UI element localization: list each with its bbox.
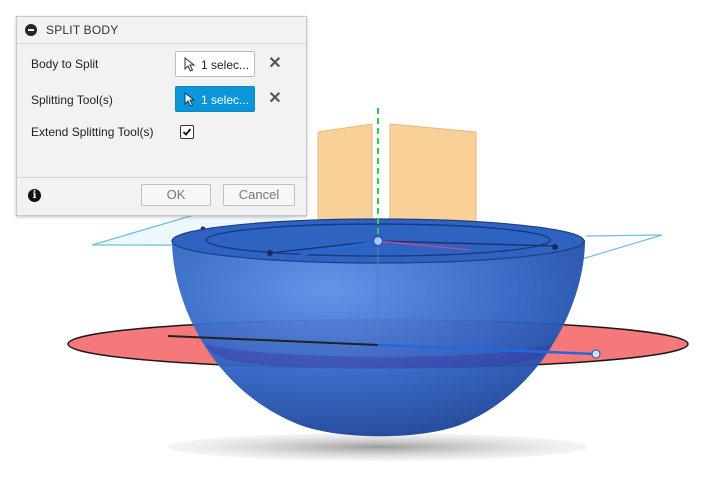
center-point [372, 235, 384, 247]
body-to-split-selection-text: 1 selec... [201, 58, 250, 72]
collapse-icon[interactable] [25, 24, 37, 36]
split-body-dialog: SPLIT BODY Body to Split 1 selec... ✕ Sp… [16, 16, 307, 216]
splitting-tools-selection-text: 1 selec... [201, 93, 250, 107]
extend-splitting-tools-label: Extend Splitting Tool(s) [31, 125, 154, 139]
splitting-tools-selector[interactable]: 1 selec... [175, 86, 255, 112]
dialog-title: SPLIT BODY [46, 23, 119, 37]
splitting-tools-label: Splitting Tool(s) [31, 93, 113, 107]
dialog-header: SPLIT BODY [17, 17, 306, 44]
extend-splitting-tools-checkbox[interactable] [180, 125, 194, 139]
cursor-arrow-icon [184, 92, 196, 107]
disk-radius-point [591, 349, 601, 359]
ground-shadow [168, 433, 588, 461]
clear-tools-selection-icon[interactable]: ✕ [267, 91, 283, 107]
checkmark-icon [182, 128, 192, 136]
splitting-surface-right [389, 123, 477, 231]
body-to-split-label: Body to Split [31, 57, 99, 71]
cursor-arrow-icon [184, 57, 196, 72]
sketch-point [267, 250, 273, 256]
ok-button[interactable]: OK [141, 184, 211, 206]
splitting-surface-left [317, 123, 373, 232]
clear-body-selection-icon[interactable]: ✕ [267, 56, 283, 72]
cancel-button[interactable]: Cancel [223, 184, 295, 206]
info-icon[interactable]: i [28, 189, 41, 202]
sketch-point [552, 244, 558, 250]
body-to-split-selector[interactable]: 1 selec... [175, 51, 255, 77]
footer-divider [17, 177, 306, 178]
